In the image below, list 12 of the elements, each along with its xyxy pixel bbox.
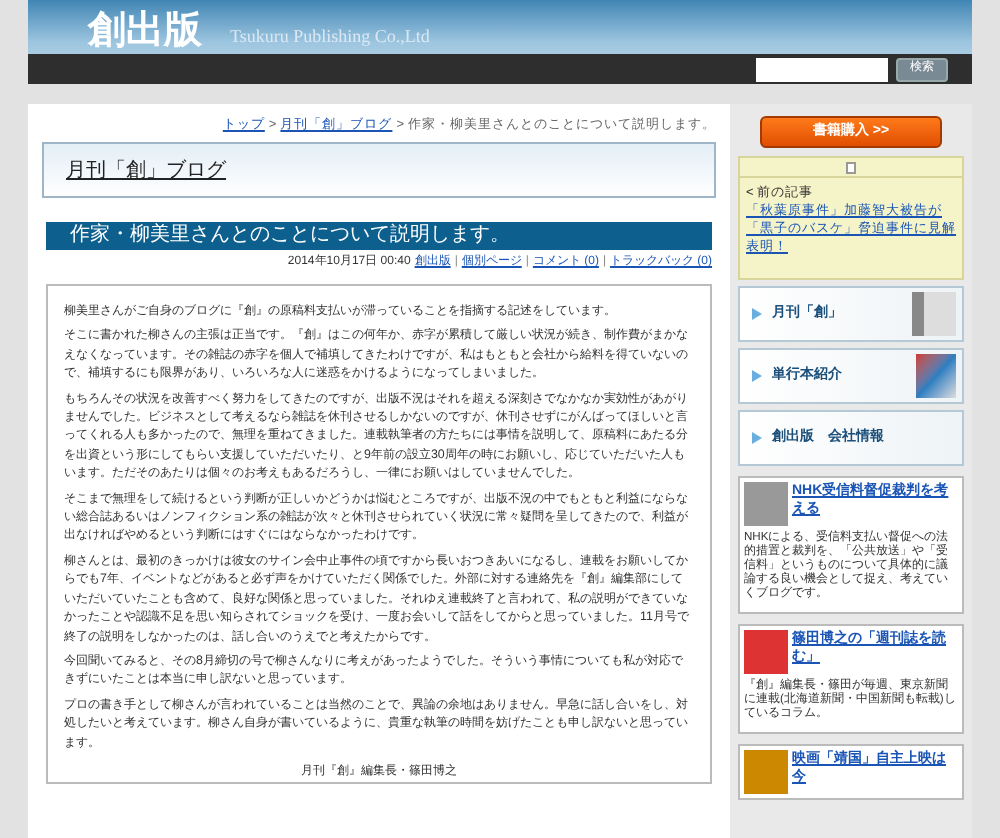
site-logo: 創出版 <box>88 10 202 54</box>
triangle-icon <box>752 432 762 444</box>
thumbnail-placeholder <box>744 630 788 674</box>
search-field[interactable] <box>756 57 888 81</box>
broken-image-icon <box>846 161 856 173</box>
blog-title-link[interactable]: 月刊「創」ブログ <box>66 155 226 185</box>
triangle-icon <box>752 308 762 320</box>
company-name: Tsukuru Publishing Co.,Ltd <box>230 24 430 50</box>
thumbnail-placeholder <box>744 750 788 794</box>
triangle-icon <box>752 370 762 382</box>
post-title: 作家・柳美里さんとのことについて説明します。 <box>46 222 712 250</box>
thumbnail-placeholder <box>744 482 788 526</box>
